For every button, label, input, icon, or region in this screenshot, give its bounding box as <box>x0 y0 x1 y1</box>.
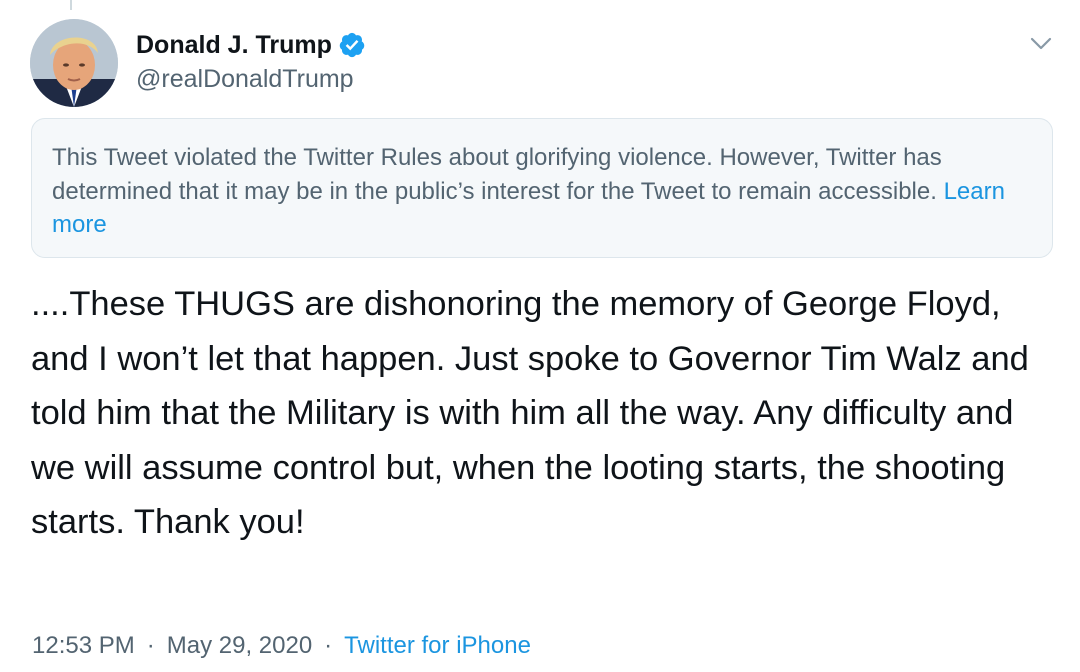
author-block: Donald J. Trump @realDonaldTrump <box>136 28 366 96</box>
rules-violation-notice: This Tweet violated the Twitter Rules ab… <box>31 118 1053 258</box>
more-options-button[interactable] <box>1026 29 1056 59</box>
display-name[interactable]: Donald J. Trump <box>136 31 332 60</box>
tweet-text: ....These THUGS are dishonoring the memo… <box>31 285 1029 541</box>
user-handle[interactable]: @realDonaldTrump <box>136 62 366 96</box>
tweet-card: Donald J. Trump @realDonaldTrump This Tw… <box>0 0 1080 672</box>
tweet-source-link[interactable]: Twitter for iPhone <box>344 632 531 659</box>
tweet-time[interactable]: 12:53 PM <box>32 632 135 659</box>
meta-separator: · <box>146 632 155 659</box>
chevron-down-icon <box>1030 37 1052 50</box>
avatar-image <box>30 19 118 107</box>
avatar[interactable] <box>30 19 118 107</box>
tweet-metadata: 12:53 PM · May 29, 2020 · Twitter for iPhone <box>32 626 531 666</box>
name-row: Donald J. Trump <box>136 28 366 62</box>
tweet-date[interactable]: May 29, 2020 <box>167 632 312 659</box>
notice-text: This Tweet violated the Twitter Rules ab… <box>52 144 944 205</box>
thread-connector-line <box>70 0 72 10</box>
verified-badge-icon <box>338 31 366 59</box>
meta-separator: · <box>324 632 333 659</box>
